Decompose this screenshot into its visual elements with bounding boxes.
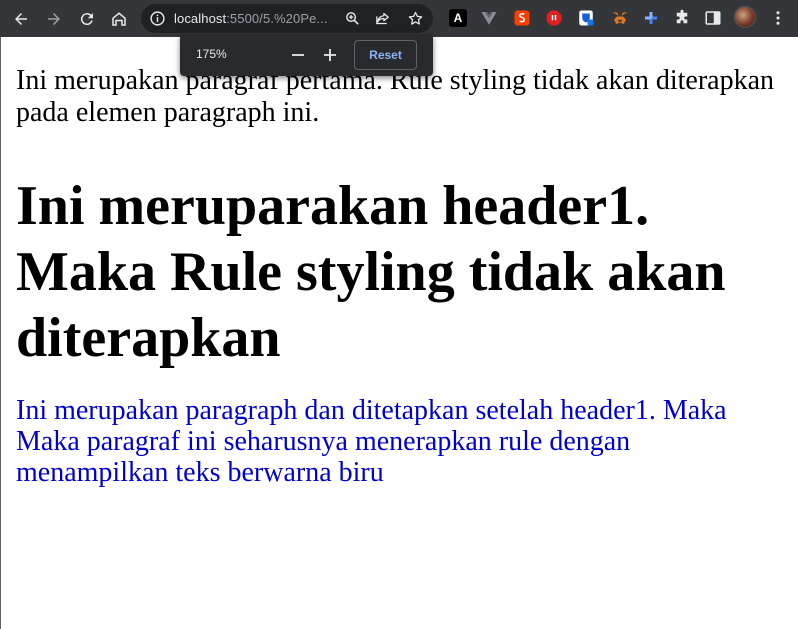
forward-icon (48, 13, 60, 25)
reload-button[interactable] (74, 6, 100, 32)
home-icon (112, 12, 126, 26)
forward-button[interactable] (41, 6, 67, 32)
sidebar-icon[interactable] (704, 9, 722, 27)
url-text[interactable]: localhost:5500/5.%20Pe... (174, 11, 328, 26)
zoom-out-button[interactable] (288, 45, 308, 65)
url-path: :5500/5.%20Pe... (226, 11, 328, 26)
bitwarden-extension-icon[interactable] (577, 9, 595, 27)
kebab-menu-icon[interactable] (769, 9, 787, 27)
paragraph-blue: Ini merupakan paragraph dan ditetapkan s… (16, 395, 727, 488)
back-button[interactable] (8, 6, 34, 32)
metamask-extension-icon[interactable] (611, 9, 629, 27)
page-heading: Ini meruparakan header1. Maka Rule styli… (16, 175, 726, 369)
star-icon[interactable] (407, 10, 424, 27)
plus-extension-icon[interactable] (642, 9, 660, 27)
url-host: localhost (174, 11, 227, 26)
zoom-in-button[interactable] (320, 45, 340, 65)
zoom-level-text: 175% (196, 47, 227, 61)
address-bar[interactable]: localhost:5500/5.%20Pe... (141, 4, 433, 33)
page-viewport: Ini merupakan paragraf pertama. Rule sty… (0, 37, 798, 629)
profile-avatar[interactable] (734, 6, 756, 28)
puzzle-icon[interactable] (673, 9, 691, 27)
info-icon[interactable] (149, 10, 166, 27)
angular-extension-label: A (453, 11, 463, 25)
share-icon[interactable] (374, 10, 391, 27)
svelte-extension-icon[interactable] (513, 9, 531, 27)
back-icon (15, 13, 27, 25)
home-button[interactable] (106, 6, 132, 32)
zoom-reset-button[interactable]: Reset (354, 40, 417, 70)
reload-icon (80, 13, 93, 26)
browser-toolbar: localhost:5500/5.%20Pe... A (0, 0, 798, 37)
zoom-icon[interactable] (344, 10, 361, 27)
vue-extension-icon[interactable] (480, 9, 498, 27)
zoom-popup: 175% Reset (180, 34, 433, 76)
angular-extension-icon[interactable]: A (449, 9, 467, 27)
stop-extension-icon[interactable] (545, 9, 563, 27)
